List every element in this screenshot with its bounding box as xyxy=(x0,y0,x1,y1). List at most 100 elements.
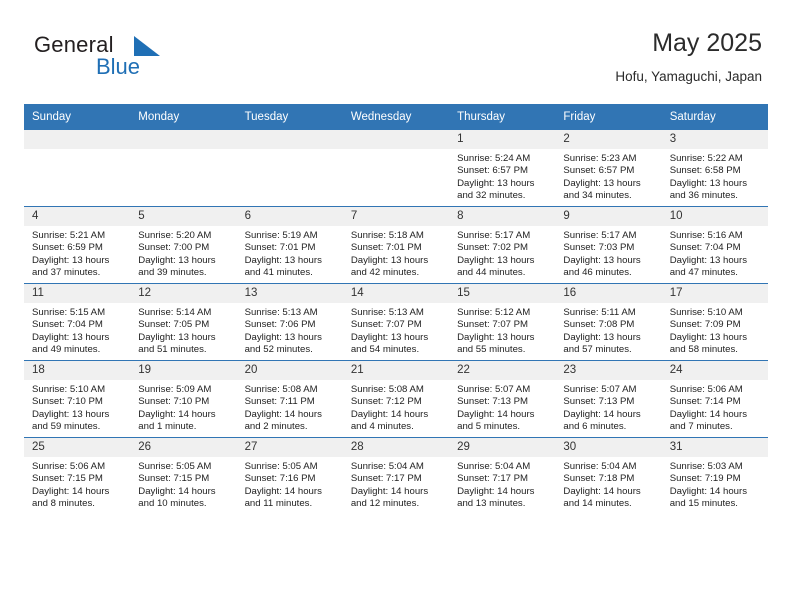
calendar-day-cell[interactable]: 22 Sunrise: 5:07 AM Sunset: 7:13 PM Dayligh… xyxy=(449,360,556,438)
calendar-day-cell[interactable]: 4 Sunrise: 5:21 AM Sunset: 6:59 PM Daylight… xyxy=(24,206,131,284)
day-number: 25 xyxy=(24,438,131,457)
calendar-day-cell[interactable]: 3 Sunrise: 5:22 AM Sunset: 6:58 PM Daylight… xyxy=(661,130,768,207)
sunset-time: Sunset: 7:12 PM xyxy=(350,396,422,408)
daylight-duration: Daylight: 14 hours and 11 minutes. xyxy=(244,485,322,510)
sunset-time: Sunset: 7:07 PM xyxy=(350,319,422,331)
calendar-day-cell-empty xyxy=(236,130,343,207)
calendar-day-cell[interactable]: 28 Sunrise: 5:04 AM Sunset: 7:17 PM Dayligh… xyxy=(342,437,450,514)
calendar-page: General Blue May 2025 Hofu, Yamaguchi, J… xyxy=(0,0,792,612)
daylight-duration: Daylight: 14 hours and 13 minutes. xyxy=(457,485,535,510)
day-number: 2 xyxy=(555,130,662,149)
calendar-day-cell[interactable]: 15 Sunrise: 5:12 AM Sunset: 7:07 PM Dayligh… xyxy=(449,283,556,361)
day-number: 19 xyxy=(130,361,237,380)
calendar-day-cell[interactable]: 24 Sunrise: 5:06 AM Sunset: 7:14 PM Dayligh… xyxy=(661,360,768,438)
daylight-duration: Daylight: 13 hours and 42 minutes. xyxy=(350,254,429,279)
page-subtitle: Hofu, Yamaguchi, Japan xyxy=(615,69,762,84)
calendar-day-cell[interactable]: 1 Sunrise: 5:24 AM Sunset: 6:57 PM Daylight… xyxy=(449,130,556,207)
calendar-day-cell[interactable]: 13 Sunrise: 5:13 AM Sunset: 7:06 PM Dayligh… xyxy=(236,283,343,361)
calendar-day-cell[interactable]: 9 Sunrise: 5:17 AM Sunset: 7:03 PM Daylight… xyxy=(555,206,662,284)
sunrise-time: Sunrise: 5:08 AM xyxy=(350,384,424,395)
sunrise-time: Sunrise: 5:17 AM xyxy=(563,230,637,241)
day-number: 30 xyxy=(555,438,662,457)
day-details: Sunrise: 5:08 AM Sunset: 7:11 PM Daylight:… xyxy=(237,380,343,434)
calendar-week-row: 18 Sunrise: 5:10 AM Sunset: 7:10 PM Dayligh… xyxy=(24,360,768,438)
day-details: Sunrise: 5:06 AM Sunset: 7:14 PM Daylight:… xyxy=(662,380,768,434)
calendar-day-cell[interactable]: 20 Sunrise: 5:08 AM Sunset: 7:11 PM Dayligh… xyxy=(236,360,343,438)
day-number: 18 xyxy=(24,361,131,380)
day-details: Sunrise: 5:05 AM Sunset: 7:15 PM Daylight:… xyxy=(130,457,236,511)
day-details: Sunrise: 5:17 AM Sunset: 7:02 PM Daylight:… xyxy=(449,226,555,280)
sunset-time: Sunset: 6:57 PM xyxy=(457,165,529,177)
calendar-day-cell[interactable]: 10 Sunrise: 5:16 AM Sunset: 7:04 PM Dayligh… xyxy=(661,206,768,284)
daylight-duration: Daylight: 13 hours and 41 minutes. xyxy=(244,254,322,279)
sunset-time: Sunset: 6:58 PM xyxy=(669,165,741,177)
sunset-time: Sunset: 7:13 PM xyxy=(457,396,529,408)
brand-logo[interactable]: General Blue xyxy=(34,32,254,88)
calendar-day-cell[interactable]: 30 Sunrise: 5:04 AM Sunset: 7:18 PM Dayligh… xyxy=(555,437,662,514)
day-details: Sunrise: 5:07 AM Sunset: 7:13 PM Daylight:… xyxy=(555,380,661,434)
day-number: 27 xyxy=(236,438,343,457)
sunrise-time: Sunrise: 5:17 AM xyxy=(457,230,531,241)
sunset-time: Sunset: 7:04 PM xyxy=(669,242,741,254)
weekday-header-wednesday: Wednesday xyxy=(342,104,450,130)
calendar-header-row: Sunday Monday Tuesday Wednesday Thursday… xyxy=(24,104,768,130)
sunrise-time: Sunrise: 5:04 AM xyxy=(457,461,531,472)
sunrise-time: Sunrise: 5:18 AM xyxy=(350,230,424,241)
weekday-header-monday: Monday xyxy=(130,104,237,130)
daylight-duration: Daylight: 13 hours and 47 minutes. xyxy=(669,254,748,279)
calendar-week-row: 11 Sunrise: 5:15 AM Sunset: 7:04 PM Dayligh… xyxy=(24,283,768,361)
day-number: 10 xyxy=(661,207,768,226)
weekday-header-friday: Friday xyxy=(555,104,662,130)
calendar-day-cell[interactable]: 27 Sunrise: 5:05 AM Sunset: 7:16 PM Dayligh… xyxy=(236,437,343,514)
sunset-time: Sunset: 7:17 PM xyxy=(457,473,529,485)
day-number: 13 xyxy=(236,284,343,303)
day-number: 4 xyxy=(24,207,131,226)
sunset-time: Sunset: 7:13 PM xyxy=(563,396,635,408)
sunset-time: Sunset: 7:17 PM xyxy=(350,473,422,485)
sunrise-time: Sunrise: 5:21 AM xyxy=(32,230,106,241)
calendar-day-cell[interactable]: 5 Sunrise: 5:20 AM Sunset: 7:00 PM Daylight… xyxy=(130,206,237,284)
day-number: 5 xyxy=(130,207,237,226)
daylight-duration: Daylight: 14 hours and 6 minutes. xyxy=(563,408,641,433)
sunrise-time: Sunrise: 5:04 AM xyxy=(350,461,424,472)
calendar-day-cell[interactable]: 25 Sunrise: 5:06 AM Sunset: 7:15 PM Dayligh… xyxy=(24,437,131,514)
day-number: 7 xyxy=(342,207,450,226)
sunset-time: Sunset: 7:19 PM xyxy=(669,473,741,485)
day-details: Sunrise: 5:04 AM Sunset: 7:18 PM Daylight:… xyxy=(555,457,661,511)
sunset-time: Sunset: 7:01 PM xyxy=(350,242,422,254)
calendar-day-cell[interactable]: 2 Sunrise: 5:23 AM Sunset: 6:57 PM Daylight… xyxy=(555,130,662,207)
day-number: 9 xyxy=(555,207,662,226)
calendar-day-cell[interactable]: 26 Sunrise: 5:05 AM Sunset: 7:15 PM Dayligh… xyxy=(130,437,237,514)
calendar-day-cell[interactable]: 14 Sunrise: 5:13 AM Sunset: 7:07 PM Dayligh… xyxy=(342,283,450,361)
calendar-day-cell[interactable]: 16 Sunrise: 5:11 AM Sunset: 7:08 PM Dayligh… xyxy=(555,283,662,361)
calendar-week-row: 1 Sunrise: 5:24 AM Sunset: 6:57 PM Daylight… xyxy=(24,130,768,207)
sunrise-time: Sunrise: 5:10 AM xyxy=(669,307,743,318)
daylight-duration: Daylight: 13 hours and 34 minutes. xyxy=(563,177,641,202)
calendar-day-cell[interactable]: 17 Sunrise: 5:10 AM Sunset: 7:09 PM Dayligh… xyxy=(661,283,768,361)
page-header: General Blue May 2025 Hofu, Yamaguchi, J… xyxy=(24,28,768,98)
weekday-header-sunday: Sunday xyxy=(24,104,131,130)
calendar-body: 1 Sunrise: 5:24 AM Sunset: 6:57 PM Daylight… xyxy=(24,130,768,514)
calendar-day-cell[interactable]: 11 Sunrise: 5:15 AM Sunset: 7:04 PM Dayligh… xyxy=(24,283,131,361)
day-details: Sunrise: 5:10 AM Sunset: 7:10 PM Daylight:… xyxy=(24,380,130,434)
calendar-day-cell[interactable]: 19 Sunrise: 5:09 AM Sunset: 7:10 PM Dayligh… xyxy=(130,360,237,438)
calendar-day-cell[interactable]: 7 Sunrise: 5:18 AM Sunset: 7:01 PM Daylight… xyxy=(342,206,450,284)
calendar-day-cell[interactable]: 21 Sunrise: 5:08 AM Sunset: 7:12 PM Dayligh… xyxy=(342,360,450,438)
calendar-day-cell[interactable]: 23 Sunrise: 5:07 AM Sunset: 7:13 PM Dayligh… xyxy=(555,360,662,438)
day-details: Sunrise: 5:10 AM Sunset: 7:09 PM Daylight:… xyxy=(662,303,768,357)
calendar-day-cell[interactable]: 29 Sunrise: 5:04 AM Sunset: 7:17 PM Dayligh… xyxy=(449,437,556,514)
calendar-day-cell[interactable]: 12 Sunrise: 5:14 AM Sunset: 7:05 PM Dayligh… xyxy=(130,283,237,361)
daylight-duration: Daylight: 13 hours and 49 minutes. xyxy=(32,331,110,356)
calendar-day-cell[interactable]: 18 Sunrise: 5:10 AM Sunset: 7:10 PM Dayligh… xyxy=(24,360,131,438)
day-details: Sunrise: 5:23 AM Sunset: 6:57 PM Daylight:… xyxy=(555,149,661,203)
sunrise-time: Sunrise: 5:07 AM xyxy=(563,384,637,395)
day-number: 12 xyxy=(130,284,237,303)
calendar-day-cell[interactable]: 6 Sunrise: 5:19 AM Sunset: 7:01 PM Daylight… xyxy=(236,206,343,284)
sunrise-time: Sunrise: 5:11 AM xyxy=(563,307,636,318)
calendar-day-cell[interactable]: 31 Sunrise: 5:03 AM Sunset: 7:19 PM Dayligh… xyxy=(661,437,768,514)
calendar-day-cell[interactable]: 8 Sunrise: 5:17 AM Sunset: 7:02 PM Daylight… xyxy=(449,206,556,284)
day-details: Sunrise: 5:14 AM Sunset: 7:05 PM Daylight:… xyxy=(130,303,236,357)
daylight-duration: Daylight: 13 hours and 37 minutes. xyxy=(32,254,110,279)
blue-flag-icon xyxy=(134,36,160,56)
day-number: 3 xyxy=(661,130,768,149)
